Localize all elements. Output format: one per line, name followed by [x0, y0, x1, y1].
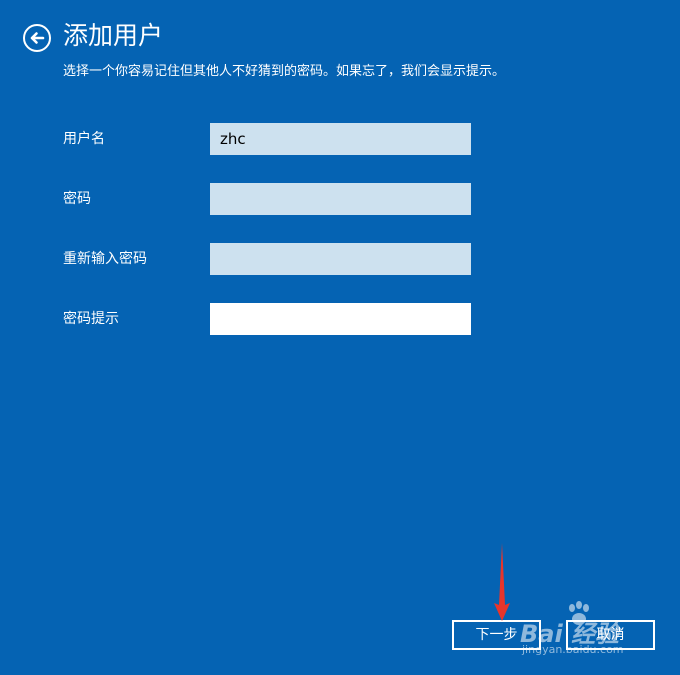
password-input[interactable]: [210, 183, 471, 215]
back-button[interactable]: [23, 24, 51, 52]
password-hint-label: 密码提示: [63, 311, 119, 327]
username-label: 用户名: [63, 131, 105, 147]
watermark-url: jingyan.baidu.com: [522, 643, 624, 656]
red-arrow-annotation: [494, 543, 510, 621]
baidu-watermark: Bai 经验 jingyan.baidu.com: [520, 600, 670, 664]
username-input[interactable]: [210, 123, 471, 155]
password-confirm-label: 重新输入密码: [63, 251, 147, 267]
back-arrow-icon: [30, 32, 45, 44]
password-confirm-input[interactable]: [210, 243, 471, 275]
password-hint-input[interactable]: [210, 303, 471, 335]
page-title: 添加用户: [63, 21, 164, 50]
password-label: 密码: [63, 191, 91, 207]
page-subtitle: 选择一个你容易记住但其他人不好猜到的密码。如果忘了，我们会显示提示。: [63, 64, 506, 79]
